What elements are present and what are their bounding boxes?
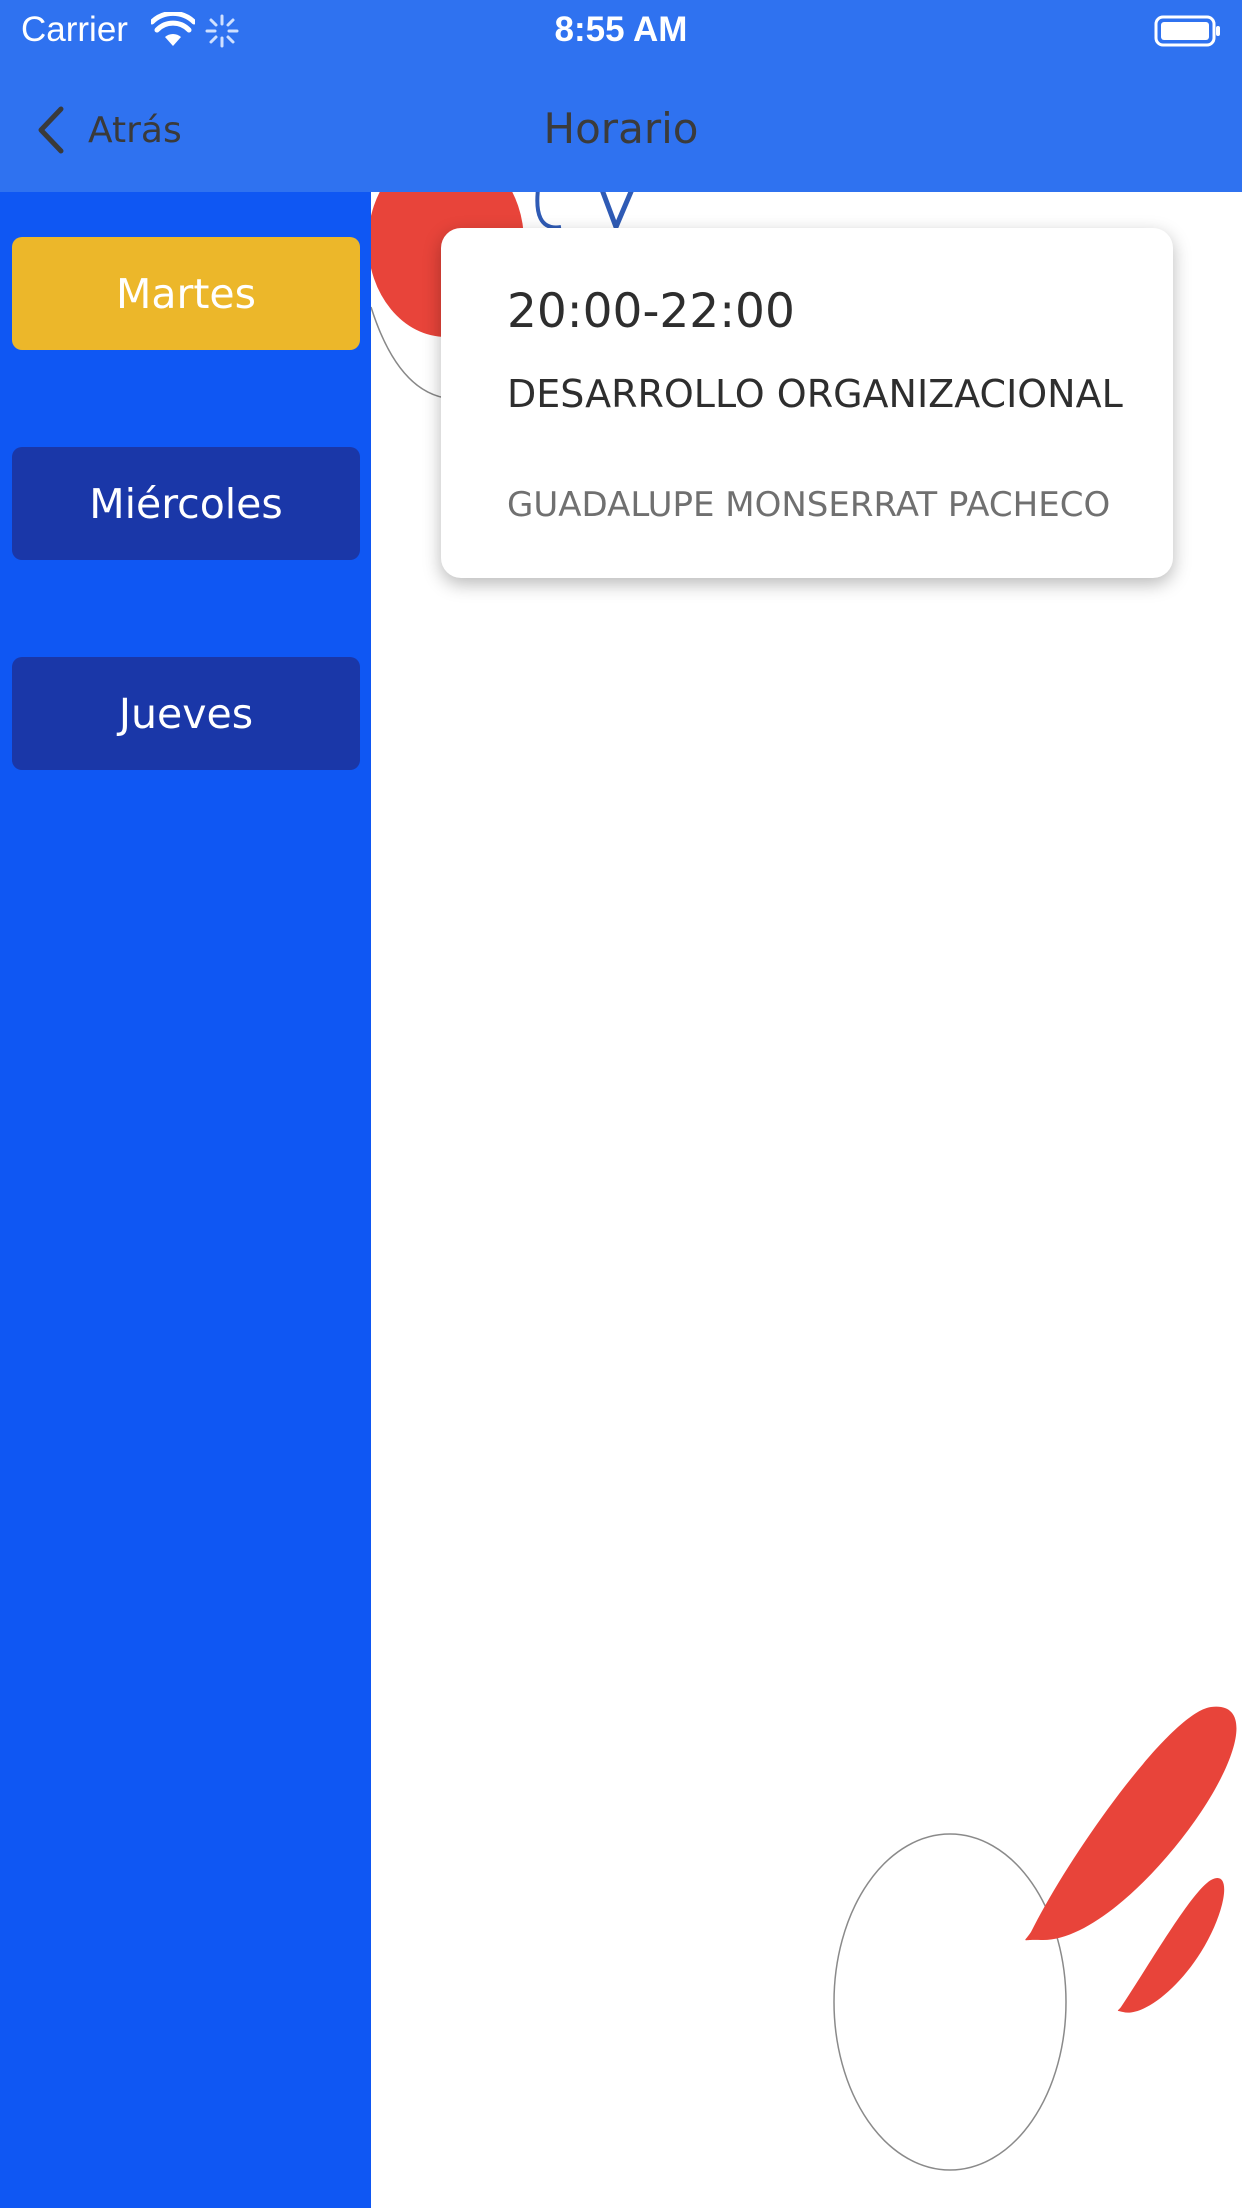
day-button-martes[interactable]: Martes [12, 237, 360, 350]
class-time: 20:00-22:00 [507, 284, 795, 339]
day-button-jueves[interactable]: Jueves [12, 657, 360, 770]
battery-icon [1154, 15, 1220, 47]
navigation-bar: Atrás Horario [0, 62, 1242, 192]
status-time: 8:55 AM [554, 10, 688, 49]
day-sidebar: Martes Miércoles Jueves [0, 192, 371, 2208]
page-title: Horario [543, 104, 699, 153]
header: Carrier 8:55 AM Atrás Horario [0, 0, 1242, 192]
schedule-card[interactable]: 20:00-22:00 DESARROLLO ORGANIZACIONAL GU… [441, 228, 1173, 578]
class-subject: DESARROLLO ORGANIZACIONAL [507, 372, 1123, 416]
schedule-content: 20:00-22:00 DESARROLLO ORGANIZACIONAL GU… [371, 192, 1242, 2208]
day-button-miercoles[interactable]: Miércoles [12, 447, 360, 560]
status-bar: Carrier 8:55 AM [0, 0, 1242, 62]
class-teacher: GUADALUPE MONSERRAT PACHECO [507, 485, 1111, 525]
